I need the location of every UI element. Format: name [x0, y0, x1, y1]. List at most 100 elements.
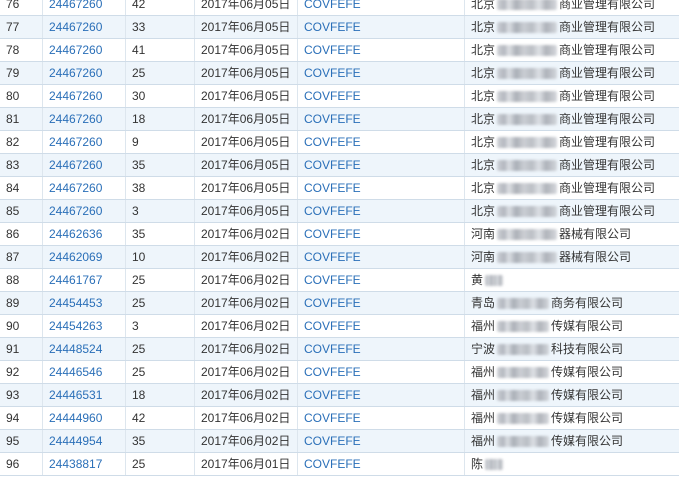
filing-date: 2017年06月02日 — [201, 273, 291, 287]
redacted-blur — [497, 366, 550, 378]
registration-number-cell[interactable]: 24444954 — [42, 429, 126, 453]
trademark-name-cell: COVFEFE — [297, 314, 465, 338]
trademark-results-table-container: 76 24467260 42 2017年06月05日 COVFEFE 北京 商业… — [0, 0, 679, 490]
filing-date-cell: 2017年06月02日 — [194, 245, 298, 269]
filing-date: 2017年06月05日 — [201, 158, 291, 172]
registration-number-cell[interactable]: 24467260 — [42, 84, 126, 108]
applicant-cell: 宁波 科技有限公司 — [464, 337, 679, 361]
registration-number-link[interactable]: 24467260 — [49, 181, 102, 195]
trademark-name: COVFEFE — [304, 20, 361, 34]
registration-number-cell[interactable]: 24467260 — [42, 15, 126, 39]
applicant-cell: 福州 传媒有限公司 — [464, 314, 679, 338]
registration-number-link[interactable]: 24454453 — [49, 296, 102, 310]
registration-number-cell[interactable]: 24467260 — [42, 153, 126, 177]
trademark-name: COVFEFE — [304, 319, 361, 333]
class-cell: 42 — [125, 0, 195, 16]
filing-date: 2017年06月05日 — [201, 181, 291, 195]
registration-number-link[interactable]: 24438817 — [49, 457, 102, 471]
registration-number-link[interactable]: 24467260 — [49, 204, 102, 218]
registration-number-cell[interactable]: 24448524 — [42, 337, 126, 361]
registration-number-cell[interactable]: 24467260 — [42, 176, 126, 200]
registration-number-link[interactable]: 24467260 — [49, 135, 102, 149]
registration-number-link[interactable]: 24461767 — [49, 273, 102, 287]
applicant-name: 黄 — [471, 269, 505, 291]
registration-number-cell[interactable]: 24438817 — [42, 452, 126, 476]
trademark-name-cell: COVFEFE — [297, 360, 465, 384]
row-number: 93 — [6, 388, 20, 402]
registration-number-cell[interactable]: 24462069 — [42, 245, 126, 269]
applicant-cell: 北京 商业管理有限公司 — [464, 15, 679, 39]
registration-number-cell[interactable]: 24467260 — [42, 199, 126, 223]
registration-number-link[interactable]: 24467260 — [49, 0, 102, 11]
table-row: 79 24467260 25 2017年06月05日 COVFEFE 北京 商业… — [0, 61, 679, 85]
registration-number-link[interactable]: 24446531 — [49, 388, 102, 402]
registration-number-link[interactable]: 24448524 — [49, 342, 102, 356]
registration-number-cell[interactable]: 24446546 — [42, 360, 126, 384]
applicant-name: 北京 商业管理有限公司 — [471, 85, 655, 107]
registration-number-link[interactable]: 24444960 — [49, 411, 102, 425]
filing-date-cell: 2017年06月05日 — [194, 0, 298, 16]
trademark-name: COVFEFE — [304, 342, 361, 356]
row-number-cell: 84 — [0, 176, 43, 200]
registration-number-link[interactable]: 24462069 — [49, 250, 102, 264]
applicant-name-suffix: 商业管理有限公司 — [559, 43, 656, 57]
row-number: 91 — [6, 342, 20, 356]
registration-number-cell[interactable]: 24467260 — [42, 0, 126, 16]
registration-number-cell[interactable]: 24467260 — [42, 61, 126, 85]
registration-number-link[interactable]: 24467260 — [49, 43, 102, 57]
registration-number-link[interactable]: 24462636 — [49, 227, 102, 241]
applicant-name: 青岛 商务有限公司 — [471, 292, 623, 314]
registration-number-cell[interactable]: 24467260 — [42, 130, 126, 154]
row-number-cell: 88 — [0, 268, 43, 292]
applicant-name-prefix: 北京 — [471, 204, 496, 218]
row-number-cell: 86 — [0, 222, 43, 246]
registration-number-link[interactable]: 24454263 — [49, 319, 102, 333]
registration-number-cell[interactable]: 24462636 — [42, 222, 126, 246]
redacted-blur — [497, 389, 550, 401]
applicant-cell: 福州 传媒有限公司 — [464, 383, 679, 407]
applicant-name-prefix: 北京 — [471, 0, 496, 11]
trademark-name: COVFEFE — [304, 181, 361, 195]
applicant-name-suffix: 商业管理有限公司 — [559, 112, 656, 126]
trademark-name-cell: COVFEFE — [297, 268, 465, 292]
registration-number-link[interactable]: 24467260 — [49, 89, 102, 103]
redacted-blur — [497, 90, 558, 102]
registration-number-cell[interactable]: 24467260 — [42, 38, 126, 62]
class-number: 35 — [132, 227, 146, 241]
registration-number-link[interactable]: 24467260 — [49, 20, 102, 34]
row-number-cell: 81 — [0, 107, 43, 131]
registration-number-link[interactable]: 24467260 — [49, 112, 102, 126]
row-number-cell: 80 — [0, 84, 43, 108]
applicant-name-prefix: 福州 — [471, 388, 496, 402]
registration-number-cell[interactable]: 24454263 — [42, 314, 126, 338]
applicant-name-suffix: 商业管理有限公司 — [559, 181, 656, 195]
trademark-name: COVFEFE — [304, 388, 361, 402]
applicant-name: 河南 器械有限公司 — [471, 246, 631, 268]
applicant-cell: 河南 器械有限公司 — [464, 222, 679, 246]
applicant-name-prefix: 北京 — [471, 89, 496, 103]
registration-number-link[interactable]: 24467260 — [49, 158, 102, 172]
applicant-name-suffix: 商业管理有限公司 — [559, 158, 656, 172]
row-number-cell: 96 — [0, 452, 43, 476]
applicant-name: 福州 传媒有限公司 — [471, 315, 623, 337]
redacted-blur — [485, 458, 504, 470]
registration-number-link[interactable]: 24444954 — [49, 434, 102, 448]
registration-number-cell[interactable]: 24454453 — [42, 291, 126, 315]
trademark-name: COVFEFE — [304, 365, 361, 379]
trademark-name: COVFEFE — [304, 227, 361, 241]
registration-number-cell[interactable]: 24461767 — [42, 268, 126, 292]
row-number-cell: 91 — [0, 337, 43, 361]
redacted-blur — [497, 297, 550, 309]
table-row: 82 24467260 9 2017年06月05日 COVFEFE 北京 商业管… — [0, 130, 679, 154]
applicant-name-suffix: 传媒有限公司 — [551, 388, 624, 402]
registration-number-cell[interactable]: 24444960 — [42, 406, 126, 430]
row-number: 83 — [6, 158, 20, 172]
registration-number-link[interactable]: 24467260 — [49, 66, 102, 80]
class-number: 30 — [132, 89, 146, 103]
registration-number-link[interactable]: 24446546 — [49, 365, 102, 379]
applicant-cell: 北京 商业管理有限公司 — [464, 84, 679, 108]
trademark-name: COVFEFE — [304, 273, 361, 287]
registration-number-cell[interactable]: 24446531 — [42, 383, 126, 407]
registration-number-cell[interactable]: 24467260 — [42, 107, 126, 131]
table-row: 80 24467260 30 2017年06月05日 COVFEFE 北京 商业… — [0, 84, 679, 108]
